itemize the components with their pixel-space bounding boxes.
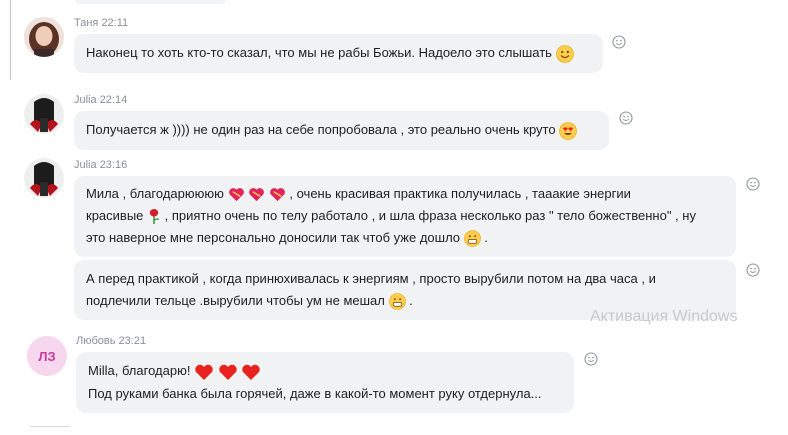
add-reaction-icon[interactable]: [619, 111, 633, 125]
sparkling-heart-icon: [249, 188, 264, 202]
message-time: 23:21: [118, 335, 147, 347]
sparkling-heart-icon: [228, 188, 244, 202]
message-line: это наверное мне персонально доносили та…: [86, 227, 724, 249]
message-line: красивые , приятно очень по телу работал…: [86, 205, 724, 227]
avatar-julia[interactable]: [24, 158, 64, 198]
red-heart-icon: [218, 364, 237, 380]
message-time: 22:14: [99, 94, 128, 106]
grinning-face-icon: [463, 230, 481, 247]
grinning-face-icon: [388, 293, 406, 310]
add-reaction-icon[interactable]: [746, 263, 760, 277]
avatar-photo-icon: [24, 158, 64, 198]
message-meta: Любовь 23:21: [76, 335, 146, 347]
message-text: Получается ж )))) не один раз на себе по…: [86, 122, 556, 137]
windows-activation-watermark: Активация Windows: [590, 308, 738, 325]
add-reaction-icon[interactable]: [612, 35, 626, 49]
avatar-photo-icon: [24, 17, 64, 57]
window-edge: [0, 0, 11, 80]
previous-message-bubble: [75, 0, 225, 4]
message-line: Мила , благодарюююю , очень красивая пра…: [86, 183, 724, 205]
message-meta: Julia 23:16: [74, 159, 127, 171]
smiling-face-icon: [555, 44, 574, 63]
author-name: Julia: [74, 94, 97, 106]
message-bubble[interactable]: Milla, благодарю! Под руками банка была …: [76, 352, 574, 413]
message-time: 23:16: [99, 159, 128, 171]
avatar-photo-icon: [24, 94, 64, 134]
avatar-tanya[interactable]: [24, 17, 64, 57]
author-name: Таня: [74, 17, 99, 29]
author-name: Julia: [74, 159, 97, 171]
message-line: А перед практикой , когда принюхивалась …: [86, 271, 656, 286]
message-line: Milla, благодарю!: [88, 359, 562, 382]
red-heart-icon: [195, 364, 213, 380]
message-line: Под руками банка была горячей, даже в ка…: [88, 386, 542, 401]
avatar-initials[interactable]: ЛЗ: [27, 336, 67, 376]
message-text: Наконец то хоть кто-то сказал, что мы не…: [86, 45, 552, 60]
avatar-julia[interactable]: [24, 94, 64, 134]
message-bubble[interactable]: Наконец то хоть кто-то сказал, что мы не…: [74, 34, 603, 73]
rose-icon: [149, 209, 160, 225]
add-reaction-icon[interactable]: [746, 177, 760, 191]
message-time: 22:11: [101, 17, 129, 29]
heart-eyes-face-icon: [559, 121, 578, 140]
author-name: Любовь: [76, 335, 116, 347]
message-meta: Julia 22:14: [74, 94, 127, 106]
message-bubble[interactable]: Мила , благодарюююю , очень красивая пра…: [74, 176, 736, 257]
message-bubble[interactable]: Получается ж )))) не один раз на себе по…: [74, 111, 609, 150]
red-heart-icon: [242, 364, 261, 380]
add-reaction-icon[interactable]: [584, 352, 598, 366]
sparkling-heart-icon: [269, 188, 285, 202]
message-meta: Таня 22:11: [74, 17, 128, 29]
